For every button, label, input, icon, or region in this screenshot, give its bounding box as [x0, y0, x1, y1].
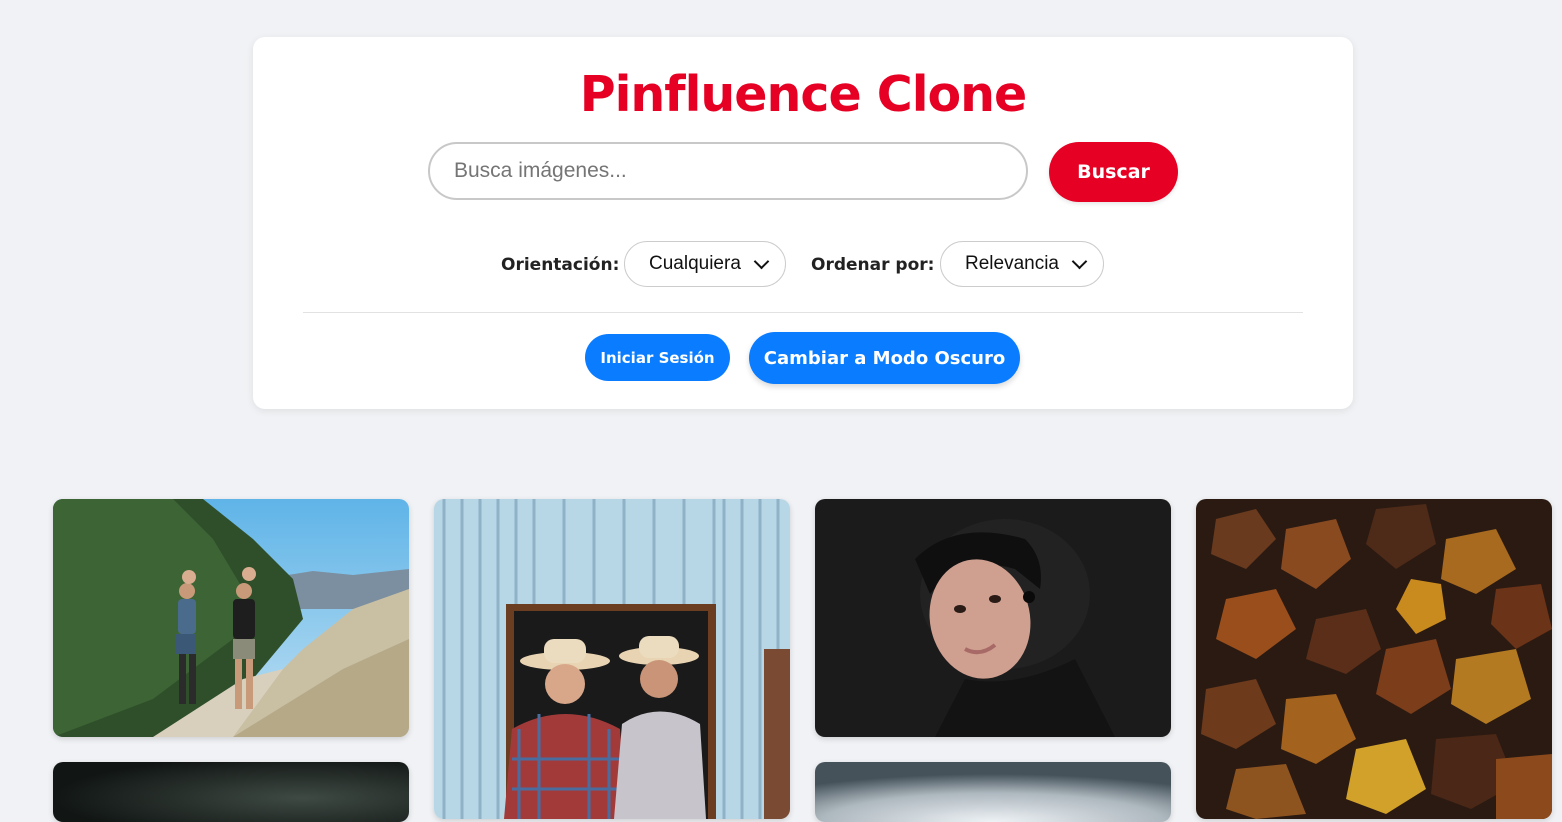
- dark-green-photo: [53, 762, 409, 822]
- sort-select-value: Relevancia: [965, 253, 1059, 274]
- gallery-item-grey-vignette[interactable]: [815, 762, 1171, 822]
- woman-portrait-dark-photo: [815, 499, 1171, 737]
- chevron-down-icon: [753, 253, 770, 269]
- two-men-cowboy-hats-photo: [434, 499, 790, 819]
- search-button[interactable]: Buscar: [1049, 142, 1178, 202]
- gallery-item-dark-green[interactable]: [53, 762, 409, 822]
- autumn-leaves-photo: [1196, 499, 1552, 819]
- orientation-label: Orientación:: [501, 255, 620, 275]
- orientation-select-value: Cualquiera: [649, 253, 741, 274]
- page-title: Pinfluence Clone: [579, 66, 1028, 123]
- search-input[interactable]: [428, 142, 1028, 200]
- gallery-item-family-hiking[interactable]: [53, 499, 409, 737]
- divider: [303, 312, 1303, 313]
- dark-mode-toggle-button[interactable]: Cambiar a Modo Oscuro: [749, 332, 1020, 384]
- gallery-item-autumn-leaves[interactable]: [1196, 499, 1552, 819]
- orientation-select[interactable]: Cualquiera: [624, 241, 786, 287]
- login-button[interactable]: Iniciar Sesión: [585, 334, 730, 381]
- gallery-item-two-men-cowboy-hats[interactable]: [434, 499, 790, 819]
- header-card: Pinfluence Clone Buscar Orientación: Cua…: [253, 37, 1353, 409]
- sort-select[interactable]: Relevancia: [940, 241, 1104, 287]
- sort-label: Ordenar por:: [811, 255, 935, 275]
- gallery-item-woman-portrait[interactable]: [815, 499, 1171, 737]
- grey-vignette-photo: [815, 762, 1171, 822]
- family-hiking-photo: [53, 499, 409, 737]
- chevron-down-icon: [1071, 253, 1088, 269]
